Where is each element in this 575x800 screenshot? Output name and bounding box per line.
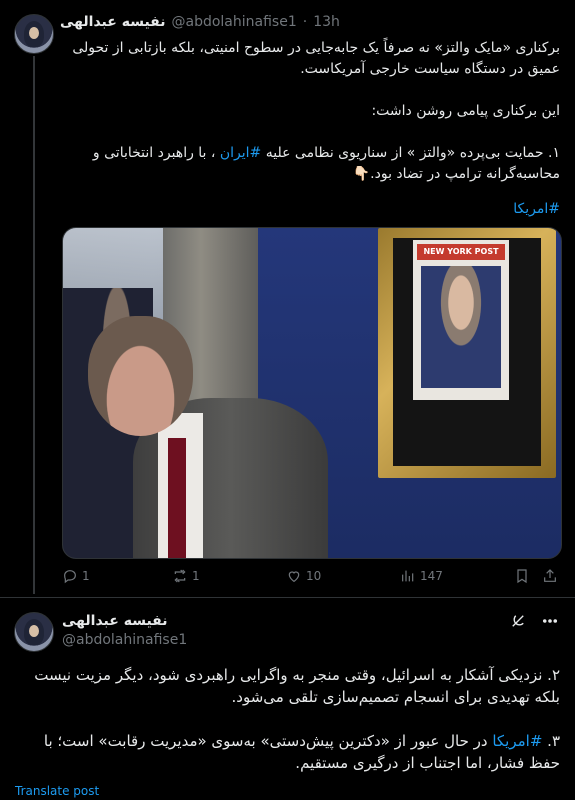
author-handle[interactable]: @abdolahinafise1 [172,14,297,30]
repost-icon [174,569,186,583]
tweet-divider [0,597,575,598]
views-count: 147 [420,569,443,583]
tweet-photo[interactable]: NEW YORK POST [62,227,562,559]
reply-icon [64,570,76,584]
photo-tie [168,438,186,558]
bookmark-icon [517,569,527,584]
separator-dot: · [302,14,308,30]
paragraph-point-3: ۳. #امریکا در حال عبور از «دکترین پیش‌دس… [14,730,560,774]
point3-text-a: ۳. [542,732,560,750]
views-button[interactable]: 147 [400,568,443,584]
like-button[interactable]: 10 [286,568,321,584]
repost-count: 1 [192,569,200,583]
bookmark-button[interactable] [514,568,530,584]
timestamp[interactable]: 13h [313,14,340,30]
more-icon[interactable] [541,612,559,630]
paragraph-point-1: ۱. حمایت بی‌پرده «والتز » از سناریوی نظا… [62,143,560,185]
paragraph-message: این برکناری پیامی روشن داشت: [371,103,560,119]
thread-connector-line [33,56,35,594]
like-icon [288,571,300,583]
grok-icon[interactable] [509,612,527,630]
reply-button[interactable]: 1 [62,568,90,584]
tweet-body: برکناری «مایک والتز» نه صرفاً یک جابه‌جا… [62,38,560,220]
avatar[interactable] [14,14,54,54]
tweet2-body: ۲. نزدیکی آشکار به اسرائیل، وقتی منجر به… [14,664,560,774]
translate-post-link[interactable]: Translate post [15,784,99,798]
newspaper-masthead: NEW YORK POST [417,244,505,260]
paragraph-intro: برکناری «مایک والتز» نه صرفاً یک جابه‌جا… [72,40,560,77]
share-button[interactable] [542,568,558,584]
hashtag-america[interactable]: #امریکا [492,732,542,750]
paragraph-point-2: ۲. نزدیکی آشکار به اسرائیل، وقتی منجر به… [34,666,560,706]
author-name[interactable]: نفیسه عبدالهی [62,612,187,631]
point1-text-a: ۱. حمایت بی‌پرده «والتز » از سناریوی نظا… [261,145,560,161]
views-icon [402,570,414,582]
author-handle[interactable]: @abdolahinafise1 [62,631,187,650]
reply-count: 1 [82,569,90,583]
tweet-actions: 1 1 10 147 [62,568,560,590]
hashtag-iran[interactable]: #ایران [220,145,261,161]
point3-text-b: در حال عبور از «دکترین پیش‌دستی» به‌سوی … [43,732,560,772]
tweet-header: نفیسه عبدالهی @abdolahinafise1 · 13h [60,14,340,30]
tweet2-header: نفیسه عبدالهی @abdolahinafise1 [62,612,187,650]
photo-mugshot [421,266,501,388]
tweet2-top-actions [509,612,559,630]
hashtag-america[interactable]: #امریکا [513,201,560,217]
repost-button[interactable]: 1 [172,568,200,584]
like-count: 10 [306,569,322,583]
avatar[interactable] [14,612,54,652]
photo-person-head [88,316,193,436]
share-icon [544,569,556,582]
author-name[interactable]: نفیسه عبدالهی [60,14,166,30]
